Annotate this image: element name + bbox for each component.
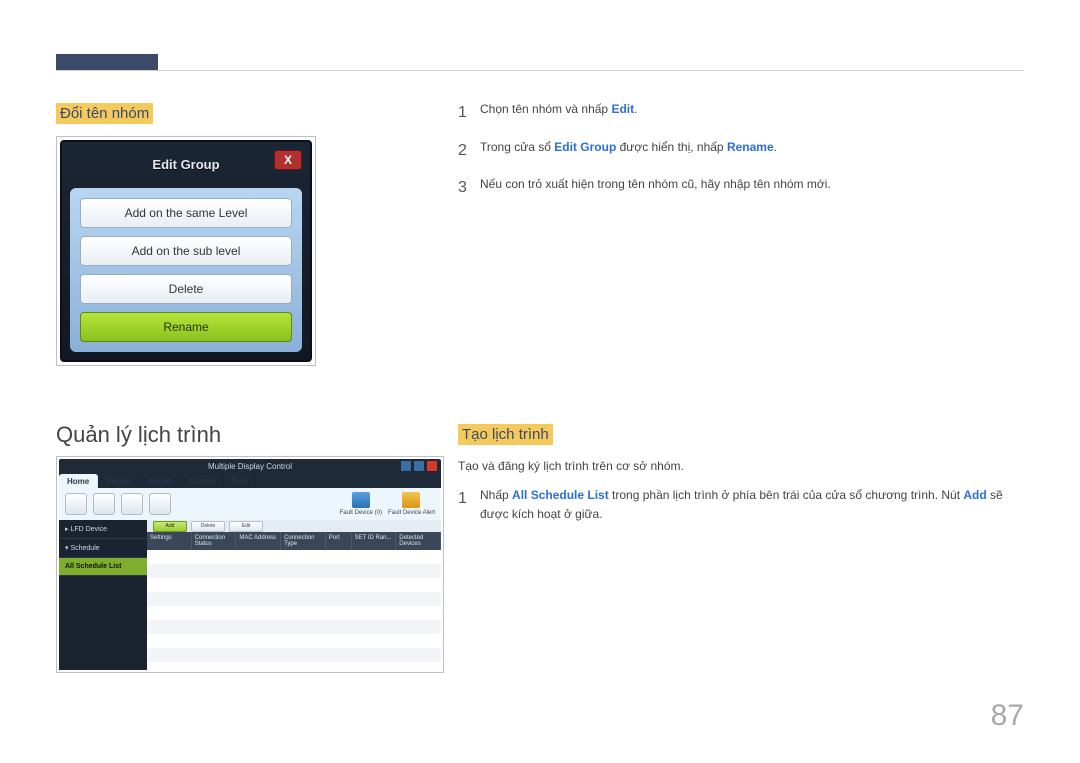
minimize-icon[interactable] — [401, 461, 411, 471]
step-text: Nhấp All Schedule List trong phần lịch t… — [480, 486, 1024, 524]
page-number: 87 — [991, 699, 1024, 733]
tab-system[interactable]: System — [180, 474, 224, 488]
ribbon-tool-icon[interactable] — [65, 493, 87, 515]
step-row: 1 Chọn tên nhóm và nhấp Edit. — [458, 100, 1024, 126]
step-row: 1 Nhấp All Schedule List trong phần lịch… — [458, 486, 1024, 524]
create-schedule-description: Tạo và đăng ký lịch trình trên cơ sở nhó… — [458, 457, 1024, 476]
col-header[interactable]: Connection Type — [281, 532, 326, 550]
figure-edit-group: Edit Group X Add on the same Level Add o… — [56, 136, 316, 366]
toolbar-button[interactable]: Edit — [229, 521, 263, 532]
step-text: Nếu con trỏ xuất hiện trong tên nhóm cũ,… — [480, 175, 831, 201]
col-header[interactable]: SET ID Ran... — [352, 532, 397, 550]
col-header[interactable]: Settings — [147, 532, 192, 550]
heading-rename-group: Đổi tên nhóm — [56, 103, 153, 124]
ribbon-tool-icon[interactable] — [149, 493, 171, 515]
sidebar-item-lfd[interactable]: ▸ LFD Device — [59, 520, 147, 539]
close-icon[interactable]: X — [274, 150, 302, 170]
col-header[interactable]: Detected Devices — [396, 532, 441, 550]
fault-device-indicator[interactable]: Fault Device (0) — [340, 492, 382, 516]
window-title-bar: Multiple Display Control — [59, 459, 441, 474]
ribbon-tool-icon[interactable] — [121, 493, 143, 515]
step-number: 3 — [458, 175, 480, 201]
schedule-table: Settings Connection Status MAC Address C… — [147, 532, 441, 670]
add-sub-level-button[interactable]: Add on the sub level — [80, 236, 292, 266]
add-same-level-button[interactable]: Add on the same Level — [80, 198, 292, 228]
close-icon[interactable] — [427, 461, 437, 471]
dialog-title: Edit Group — [152, 157, 219, 172]
rename-button[interactable]: Rename — [80, 312, 292, 342]
tab-sound[interactable]: Sound — [140, 474, 180, 488]
ribbon-tool-icon[interactable] — [93, 493, 115, 515]
delete-button[interactable]: Delete — [80, 274, 292, 304]
tab-tool[interactable]: Tool — [224, 474, 256, 488]
step-text: Chọn tên nhóm và nhấp Edit. — [480, 100, 637, 126]
step-row: 2 Trong cửa sổ Edit Group được hiển thị,… — [458, 138, 1024, 164]
col-header[interactable]: Port — [326, 532, 352, 550]
figure-schedule-window: Multiple Display Control Home Picture So… — [56, 456, 444, 673]
sidebar-item-all-schedule[interactable]: All Schedule List — [59, 558, 147, 576]
step-number: 2 — [458, 138, 480, 164]
sidebar: ▸ LFD Device ▾ Schedule All Schedule Lis… — [59, 520, 147, 670]
step-number: 1 — [458, 486, 480, 524]
header-accent-bar — [56, 54, 158, 70]
sidebar-item-schedule[interactable]: ▾ Schedule — [59, 539, 147, 558]
maximize-icon[interactable] — [414, 461, 424, 471]
heading-create-schedule: Tạo lịch trình — [458, 424, 553, 445]
toolbar-button[interactable]: Delete — [191, 521, 225, 532]
heading-schedule-management: Quản lý lịch trình — [56, 422, 221, 447]
step-text: Trong cửa sổ Edit Group được hiển thị, n… — [480, 138, 777, 164]
step-number: 1 — [458, 100, 480, 126]
fault-alert-indicator[interactable]: Fault Device Alert — [388, 492, 435, 516]
col-header[interactable]: Connection Status — [192, 532, 237, 550]
ribbon-tabs: Home Picture Sound System Tool — [59, 474, 441, 488]
tab-home[interactable]: Home — [59, 474, 98, 488]
add-button[interactable]: Add — [153, 521, 187, 532]
header-rule — [56, 70, 1024, 71]
tab-picture[interactable]: Picture — [98, 474, 140, 488]
step-row: 3 Nếu con trỏ xuất hiện trong tên nhóm c… — [458, 175, 1024, 201]
col-header[interactable]: MAC Address — [236, 532, 281, 550]
